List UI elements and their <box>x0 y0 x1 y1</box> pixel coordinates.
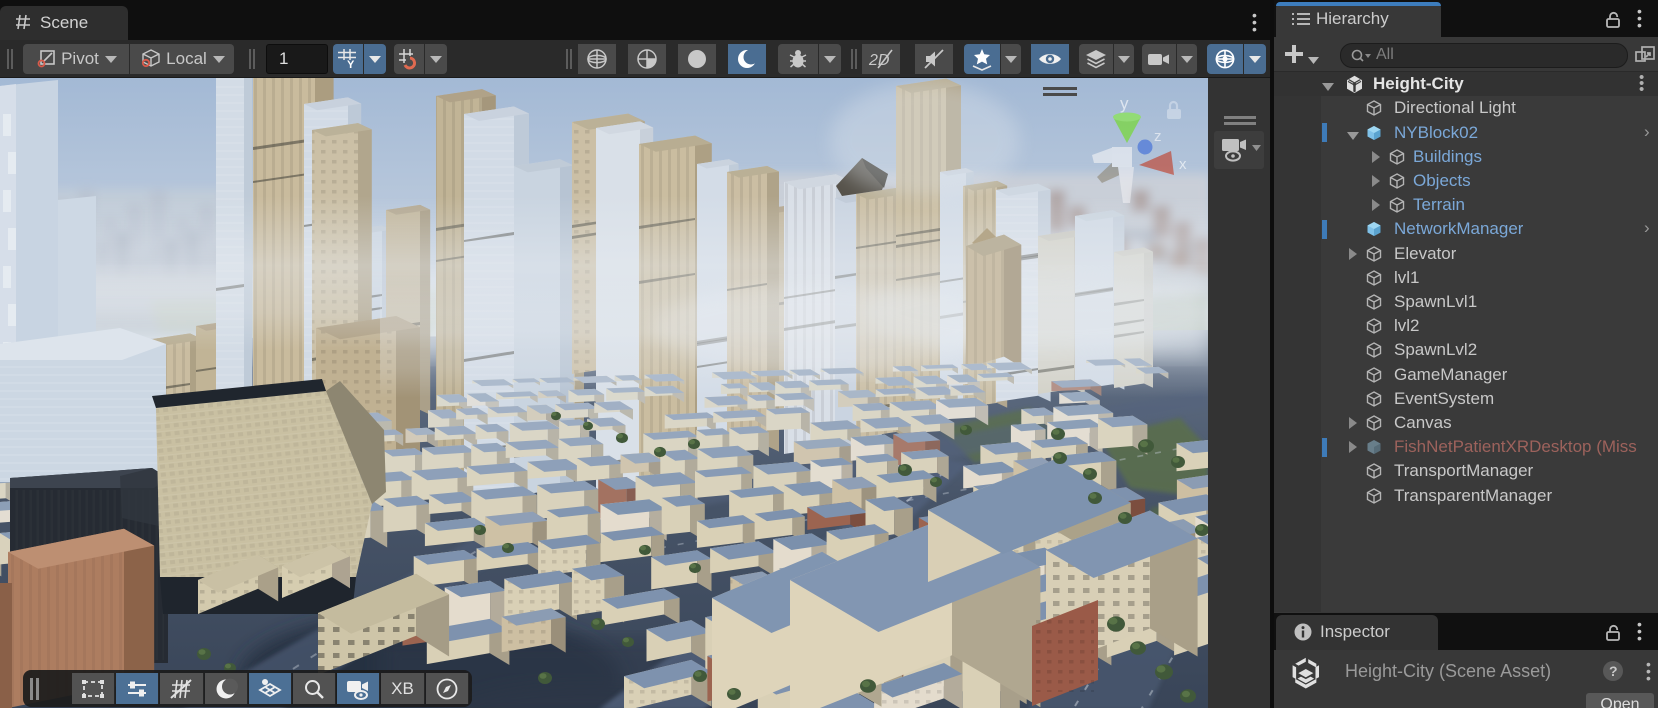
svg-text:x: x <box>1179 156 1187 173</box>
svg-text:Y: Y <box>347 59 355 71</box>
svg-text:z: z <box>1154 128 1162 145</box>
svg-text:?: ? <box>1609 663 1618 679</box>
svg-text:y: y <box>1120 94 1129 113</box>
